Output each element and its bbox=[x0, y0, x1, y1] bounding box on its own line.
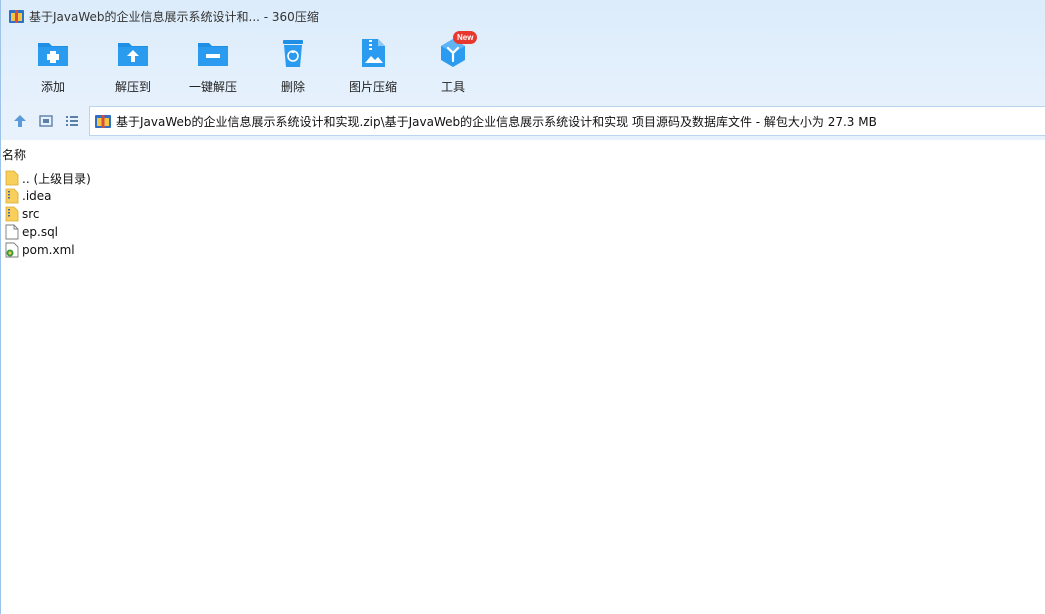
file-name: .. (上级目录) bbox=[22, 171, 91, 186]
tools-button[interactable]: New 工具 bbox=[413, 31, 493, 98]
add-icon bbox=[36, 36, 70, 70]
list-item[interactable]: src bbox=[1, 205, 401, 223]
list-item[interactable]: .idea bbox=[1, 187, 401, 205]
archive-icon bbox=[95, 113, 111, 129]
window-title: 基于JavaWeb的企业信息展示系统设计和... - 360压缩 bbox=[29, 9, 319, 24]
folder-icon bbox=[5, 170, 19, 186]
list-item[interactable]: .. (上级目录) bbox=[1, 169, 401, 187]
file-name: ep.sql bbox=[22, 225, 59, 239]
delete-label: 删除 bbox=[280, 80, 305, 94]
app-logo-icon bbox=[9, 9, 24, 24]
new-badge: New bbox=[453, 31, 478, 44]
folder-icon bbox=[5, 206, 19, 222]
tools-icon: New bbox=[436, 31, 478, 70]
image-compress-label: 图片压缩 bbox=[348, 80, 397, 94]
path-bar[interactable]: 基于JavaWeb的企业信息展示系统设计和实现.zip\基于JavaWeb的企业… bbox=[89, 106, 1045, 136]
one-click-extract-button[interactable]: 一键解压 bbox=[173, 36, 253, 98]
list-view-icon[interactable] bbox=[64, 113, 80, 129]
up-arrow-icon[interactable] bbox=[12, 113, 28, 129]
tools-label: 工具 bbox=[440, 80, 465, 94]
delete-icon bbox=[276, 36, 310, 70]
extract-to-button[interactable]: 解压到 bbox=[93, 36, 173, 98]
add-label: 添加 bbox=[40, 80, 65, 94]
add-button[interactable]: 添加 bbox=[13, 36, 93, 98]
folder-icon bbox=[5, 188, 19, 204]
toolbar: 添加 解压到 一键解压 删除 图片压缩 New 工具 bbox=[1, 31, 1045, 98]
app-window: 基于JavaWeb的企业信息展示系统设计和... - 360压缩 添加 解压到 … bbox=[0, 0, 1045, 614]
path-text: 基于JavaWeb的企业信息展示系统设计和实现.zip\基于JavaWeb的企业… bbox=[116, 114, 877, 129]
header: 基于JavaWeb的企业信息展示系统设计和... - 360压缩 添加 解压到 … bbox=[1, 0, 1045, 140]
one-click-extract-label: 一键解压 bbox=[188, 80, 237, 94]
list-item[interactable]: ep.sql bbox=[1, 223, 401, 241]
thumbnail-view-icon[interactable] bbox=[38, 113, 54, 129]
xml-file-icon bbox=[5, 242, 19, 258]
file-icon bbox=[5, 224, 19, 240]
extract-to-icon bbox=[116, 36, 150, 70]
navigation-bar: 基于JavaWeb的企业信息展示系统设计和实现.zip\基于JavaWeb的企业… bbox=[1, 106, 1045, 136]
image-compress-button[interactable]: 图片压缩 bbox=[333, 36, 413, 98]
file-list: .. (上级目录) .idea src ep.sql pom.xml bbox=[1, 169, 401, 259]
file-name: src bbox=[22, 207, 40, 221]
column-header-name[interactable]: 名称 bbox=[1, 146, 1045, 164]
image-compress-icon bbox=[356, 36, 390, 70]
one-click-extract-icon bbox=[196, 36, 230, 70]
delete-button[interactable]: 删除 bbox=[253, 36, 333, 98]
file-name: pom.xml bbox=[22, 243, 75, 257]
extract-to-label: 解压到 bbox=[114, 80, 151, 94]
file-name: .idea bbox=[22, 189, 52, 203]
title-bar: 基于JavaWeb的企业信息展示系统设计和... - 360压缩 bbox=[1, 0, 1045, 32]
list-item[interactable]: pom.xml bbox=[1, 241, 401, 259]
